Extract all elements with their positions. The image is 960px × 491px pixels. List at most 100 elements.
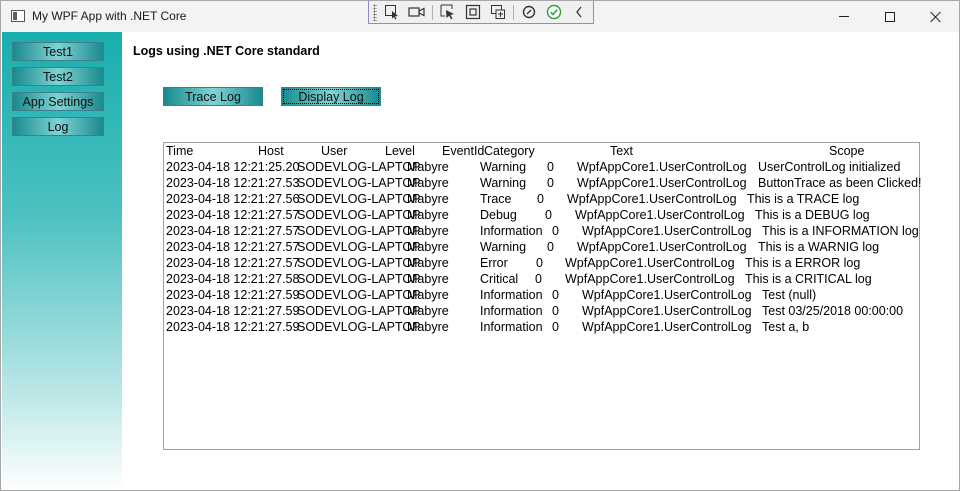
binding-check-icon[interactable] <box>543 3 565 22</box>
log-cell-user: Mabyre <box>407 288 449 302</box>
column-header-user[interactable]: User <box>321 144 347 158</box>
log-cell-eventid: 0 <box>552 320 559 334</box>
log-cell-category: WpfAppCore1.UserControlLog <box>565 272 735 286</box>
log-row[interactable]: 2023-04-18 12:21:27.57 SODEVLOG-LAPTOP Mab… <box>164 256 919 272</box>
column-header-scope[interactable]: Scope <box>829 144 864 158</box>
log-cell-host: SODEVLOG-LAPTOP <box>297 288 421 302</box>
log-cell-text: This is a TRACE log <box>747 192 860 206</box>
log-cell-eventid: 0 <box>537 192 544 206</box>
log-cell-text: This is a ERROR log <box>745 256 861 270</box>
sidebar-item-test1[interactable]: Test1 <box>12 42 104 61</box>
sidebar: Test1 Test2 App Settings Log <box>2 32 122 490</box>
select-cursor-icon[interactable] <box>437 3 459 22</box>
log-cell-text: This is a DEBUG log <box>755 208 870 222</box>
column-header-time[interactable]: Time <box>166 144 193 158</box>
log-cell-category: WpfAppCore1.UserControlLog <box>565 256 735 270</box>
log-cell-level: Warning <box>480 160 527 174</box>
log-row[interactable]: 2023-04-18 12:21:25.20 SODEVLOG-LAPTOP Mab… <box>164 160 919 176</box>
log-cell-user: Mabyre <box>407 192 449 206</box>
log-cell-text: Test 03/25/2018 00:00:00 <box>762 304 904 318</box>
app-window: My WPF App with .NET Core Test1 Test2 Ap… <box>0 0 960 491</box>
sidebar-item-log[interactable]: Log <box>12 117 104 136</box>
log-cell-user: Mabyre <box>407 256 449 270</box>
log-cell-text: This is a CRITICAL log <box>745 272 872 286</box>
record-icon[interactable] <box>406 3 428 22</box>
log-cell-eventid: 0 <box>552 288 559 302</box>
sidebar-item-test2[interactable]: Test2 <box>12 67 104 86</box>
minimize-button[interactable] <box>821 1 867 32</box>
log-row[interactable]: 2023-04-18 12:21:27.57 SODEVLOG-LAPTOP Mab… <box>164 208 919 224</box>
log-cell-host: SODEVLOG-LAPTOP <box>297 240 421 254</box>
wpf-debug-toolbar <box>368 1 594 24</box>
log-row[interactable]: 2023-04-18 12:21:27.57 SODEVLOG-LAPTOP Mab… <box>164 240 919 256</box>
log-cell-host: SODEVLOG-LAPTOP <box>297 176 421 190</box>
log-cell-time: 2023-04-18 12:21:27.56 <box>166 192 300 206</box>
log-cell-eventid: 0 <box>545 208 552 222</box>
log-cell-category: WpfAppCore1.UserControlLog <box>582 224 752 238</box>
log-cell-level: Information <box>480 288 543 302</box>
log-cell-level: Error <box>480 256 508 270</box>
column-header-level[interactable]: Level <box>385 144 415 158</box>
column-header-eventid[interactable]: EventId <box>442 144 484 158</box>
log-row[interactable]: 2023-04-18 12:21:27.59 SODEVLOG-LAPTOP Mab… <box>164 320 919 336</box>
log-cell-host: SODEVLOG-LAPTOP <box>297 192 421 206</box>
log-cell-category: WpfAppCore1.UserControlLog <box>577 176 747 190</box>
minimize-icon <box>839 16 849 17</box>
app-window-icon[interactable] <box>11 10 25 22</box>
log-cell-user: Mabyre <box>407 176 449 190</box>
log-cell-category: WpfAppCore1.UserControlLog <box>582 288 752 302</box>
log-cell-eventid: 0 <box>547 240 554 254</box>
log-cell-user: Mabyre <box>407 320 449 334</box>
log-cell-level: Warning <box>480 176 527 190</box>
maximize-button[interactable] <box>867 1 913 32</box>
log-row[interactable]: 2023-04-18 12:21:27.59 SODEVLOG-LAPTOP Mab… <box>164 304 919 320</box>
log-cell-time: 2023-04-18 12:21:27.58 <box>166 272 300 286</box>
log-row[interactable]: 2023-04-18 12:21:27.59 SODEVLOG-LAPTOP Mab… <box>164 288 919 304</box>
log-cell-eventid: 0 <box>547 176 554 190</box>
log-cell-eventid: 0 <box>536 256 543 270</box>
toolbar-separator <box>513 4 514 20</box>
select-element-icon[interactable] <box>381 3 403 22</box>
display-layout-adorner-icon[interactable] <box>462 3 484 22</box>
log-header-row: Time Host User Level EventId Category Te… <box>164 144 919 160</box>
log-cell-time: 2023-04-18 12:21:27.57 <box>166 224 300 238</box>
log-cell-text: Test (null) <box>762 288 817 302</box>
log-cell-category: WpfAppCore1.UserControlLog <box>577 240 747 254</box>
log-cell-host: SODEVLOG-LAPTOP <box>297 320 421 334</box>
column-header-host[interactable]: Host <box>258 144 284 158</box>
log-cell-time: 2023-04-18 12:21:27.57 <box>166 240 300 254</box>
log-cell-user: Mabyre <box>407 224 449 238</box>
log-cell-eventid: 0 <box>552 224 559 238</box>
log-cell-eventid: 0 <box>552 304 559 318</box>
maximize-icon <box>885 11 895 22</box>
log-cell-host: SODEVLOG-LAPTOP <box>297 224 421 238</box>
log-cell-level: Warning <box>480 240 527 254</box>
column-header-text[interactable]: Text <box>610 144 633 158</box>
log-row[interactable]: 2023-04-18 12:21:27.53 SODEVLOG-LAPTOP Mab… <box>164 176 922 192</box>
toolbar-grip[interactable] <box>373 3 377 21</box>
log-cell-level: Debug <box>480 208 517 222</box>
close-icon <box>930 11 942 23</box>
log-cell-host: SODEVLOG-LAPTOP <box>297 304 421 318</box>
collapse-chevron-icon[interactable] <box>568 3 590 22</box>
log-cell-host: SODEVLOG-LAPTOP <box>297 256 421 270</box>
log-cell-text: ButtonTrace as been Clicked! <box>758 176 922 190</box>
log-row[interactable]: 2023-04-18 12:21:27.57 SODEVLOG-LAPTOP Mab… <box>164 224 919 240</box>
hot-reload-icon[interactable] <box>518 3 540 22</box>
toolbar-separator <box>432 4 433 20</box>
log-cell-level: Information <box>480 224 543 238</box>
display-log-button[interactable]: Display Log <box>281 87 381 106</box>
log-cell-eventid: 0 <box>535 272 542 286</box>
sidebar-item-app-settings[interactable]: App Settings <box>12 92 104 111</box>
log-row[interactable]: 2023-04-18 12:21:27.56 SODEVLOG-LAPTOP Mab… <box>164 192 919 208</box>
log-row[interactable]: 2023-04-18 12:21:27.58 SODEVLOG-LAPTOP Mab… <box>164 272 919 288</box>
column-header-category[interactable]: Category <box>484 144 535 158</box>
log-cell-time: 2023-04-18 12:21:27.57 <box>166 256 300 270</box>
log-cell-category: WpfAppCore1.UserControlLog <box>567 192 737 206</box>
log-cell-level: Critical <box>480 272 519 286</box>
close-button[interactable] <box>913 1 959 32</box>
log-cell-text: UserControlLog initialized <box>758 160 901 174</box>
track-focus-icon[interactable] <box>487 3 509 22</box>
trace-log-button[interactable]: Trace Log <box>163 87 263 106</box>
log-grid[interactable]: Time Host User Level EventId Category Te… <box>163 142 922 450</box>
